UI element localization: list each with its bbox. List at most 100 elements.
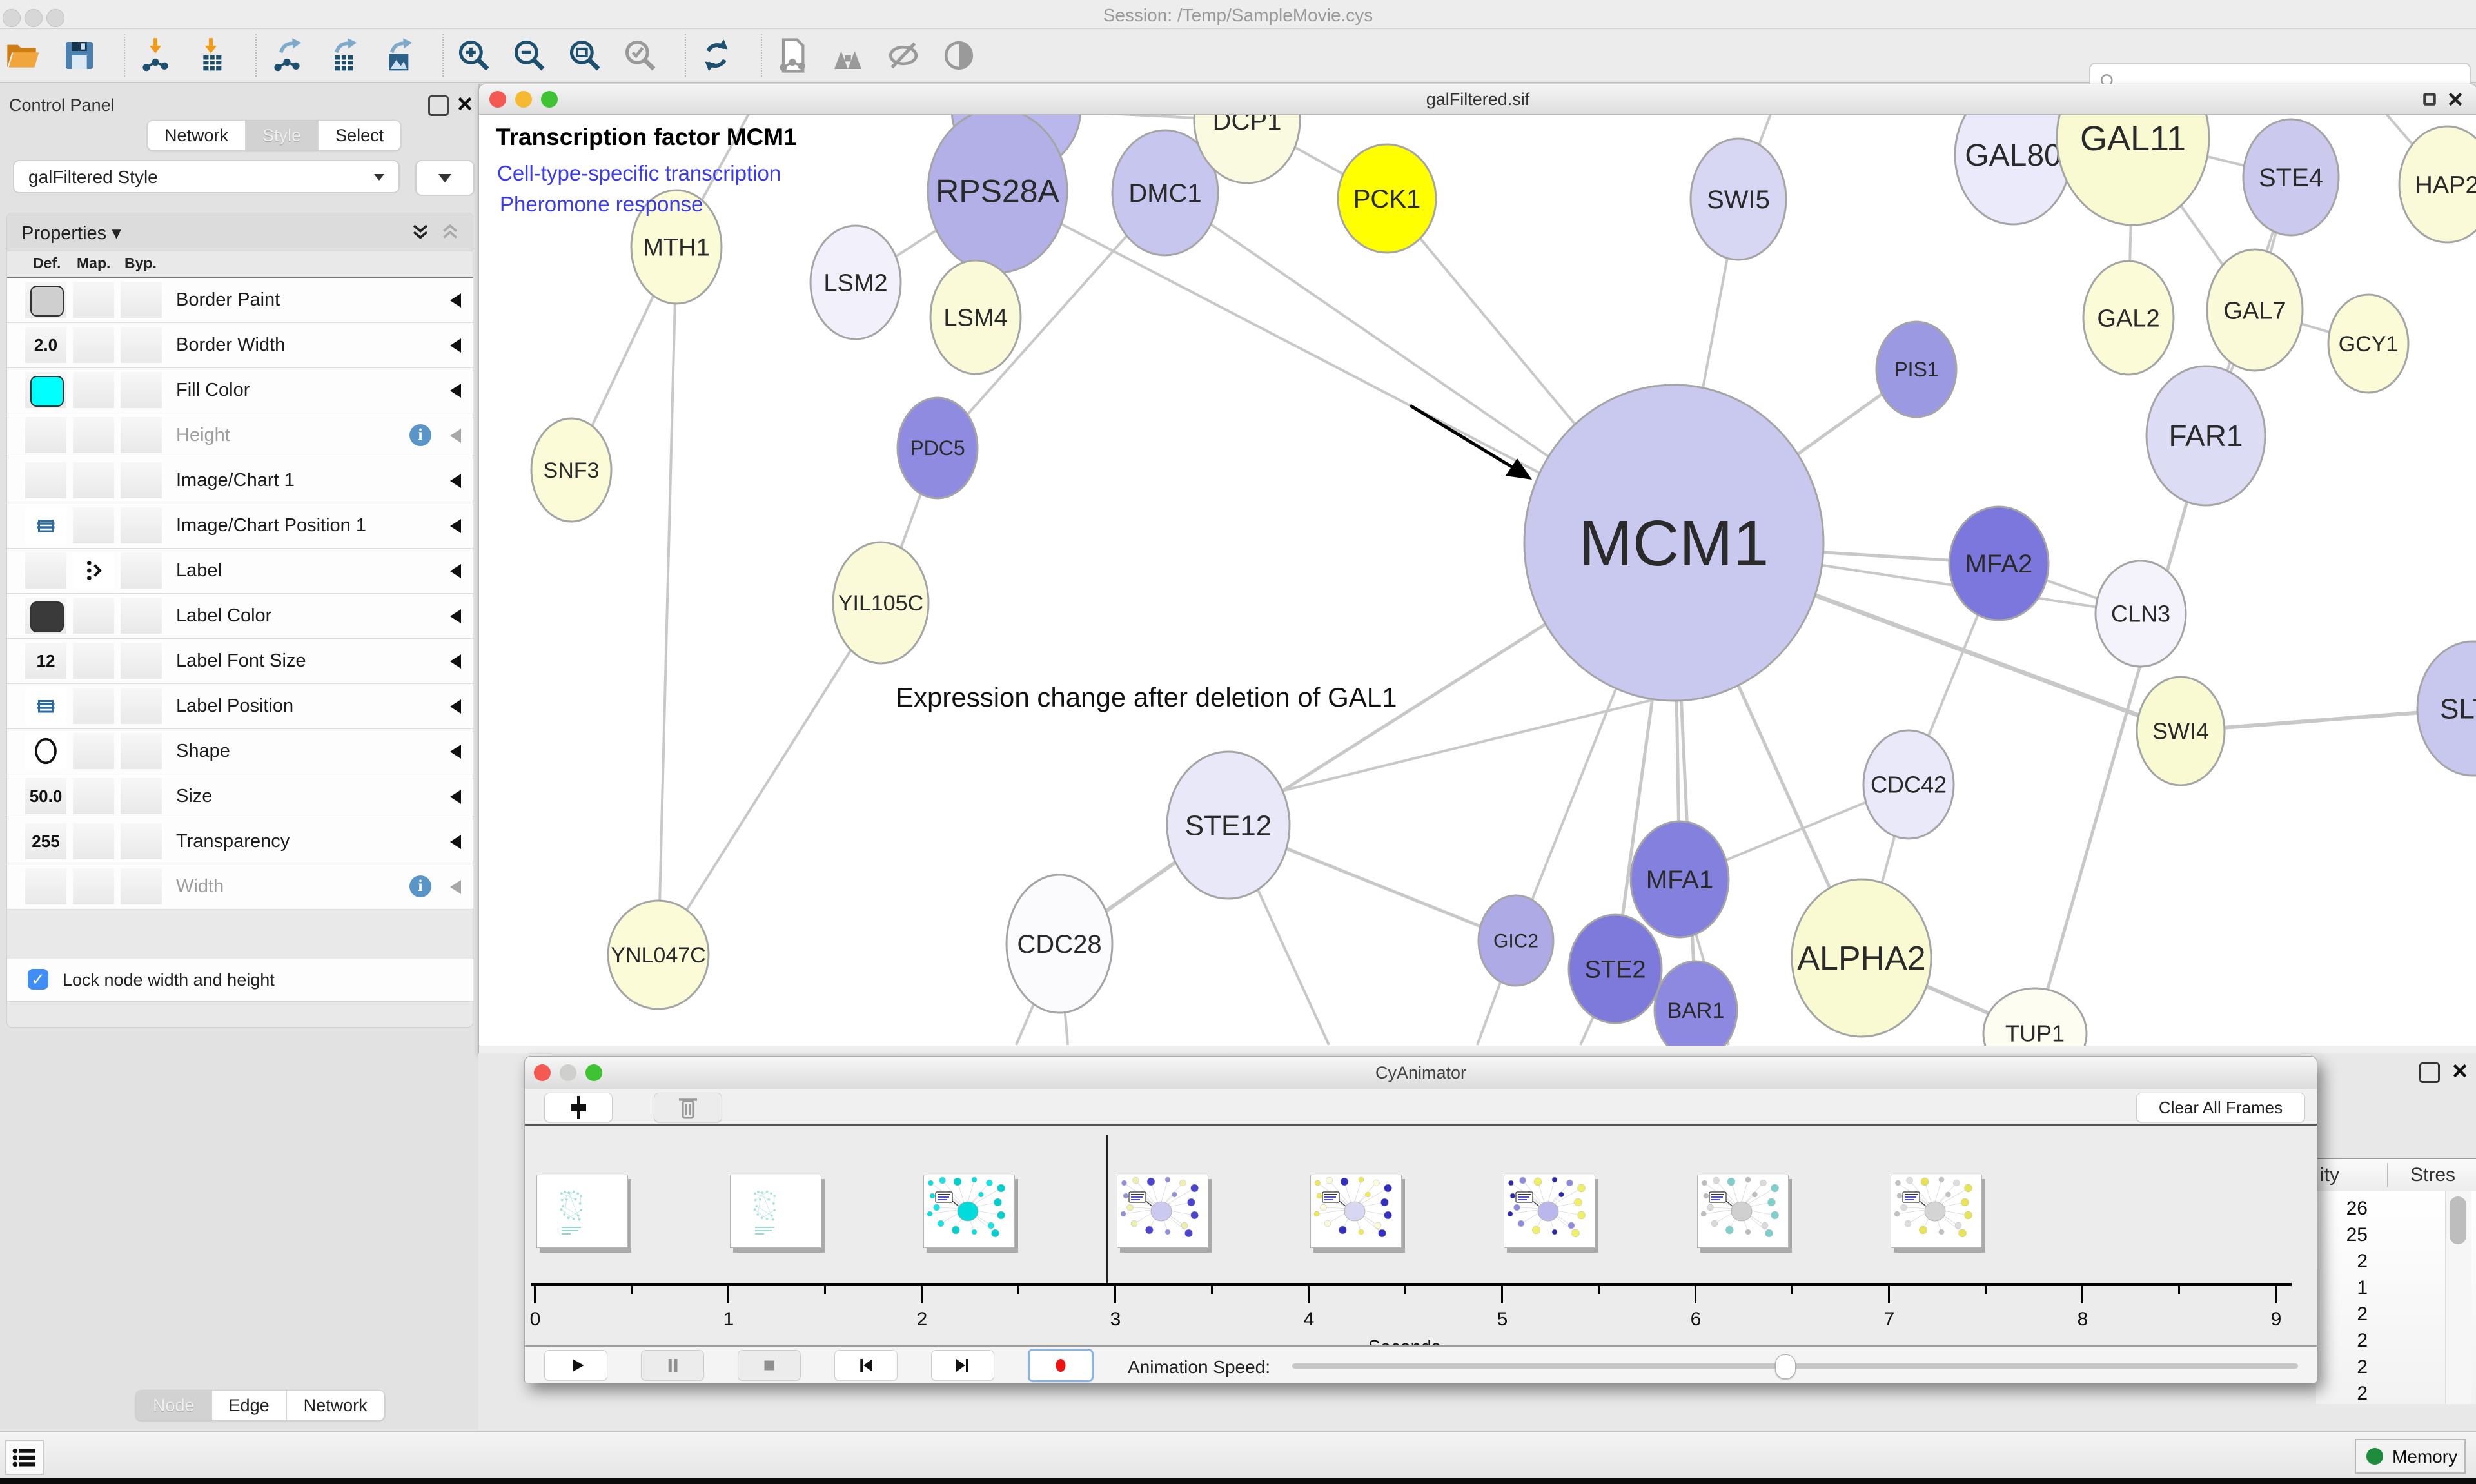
collapse-triangle-icon[interactable]	[450, 609, 461, 623]
tab-edge[interactable]: Edge	[211, 1391, 286, 1420]
mapping-cell[interactable]	[73, 643, 114, 679]
network-node-mcm1[interactable]: MCM1	[1524, 385, 1823, 701]
default-cell[interactable]	[25, 372, 66, 408]
keyframe-thumbnail-0[interactable]	[536, 1175, 628, 1248]
default-cell[interactable]	[25, 417, 66, 453]
network-node-cdc28[interactable]: CDC28	[1007, 875, 1112, 1013]
network-node-ynl047c[interactable]: YNL047C	[608, 901, 709, 1009]
default-cell[interactable]	[25, 733, 66, 769]
collapse-triangle-icon[interactable]	[450, 474, 461, 488]
default-value-swatch[interactable]	[30, 376, 64, 407]
save-button[interactable]	[59, 35, 99, 75]
network-node-swi4[interactable]: SWI4	[2137, 677, 2225, 785]
mapping-cell[interactable]	[73, 598, 114, 634]
refresh-layout-button[interactable]	[696, 35, 736, 75]
pause-button[interactable]	[641, 1350, 704, 1381]
default-cell[interactable]	[25, 598, 66, 634]
network-node-gal80[interactable]: GAL80	[1955, 115, 2071, 224]
network-file-button[interactable]	[772, 35, 812, 75]
float-panel-icon[interactable]	[428, 95, 449, 116]
stop-button[interactable]	[738, 1350, 801, 1381]
table-cell-value[interactable]: 2	[2316, 1330, 2368, 1352]
mapping-cell[interactable]	[73, 507, 114, 543]
bypass-cell[interactable]	[121, 868, 162, 904]
add-frame-button[interactable]	[544, 1093, 613, 1122]
hide-details-button[interactable]	[883, 35, 923, 75]
default-value[interactable]: 50.0	[25, 778, 66, 814]
network-node-ste12[interactable]: STE12	[1167, 752, 1290, 899]
property-row-label[interactable]: Label	[7, 549, 473, 594]
table-scrollbar[interactable]	[2445, 1191, 2471, 1404]
timeline-playhead[interactable]	[1106, 1135, 1108, 1283]
close-panel-icon[interactable]	[2451, 1062, 2468, 1079]
property-row-label-position[interactable]: Label Position	[7, 684, 473, 729]
default-cell[interactable]: 12	[25, 643, 66, 679]
collapse-triangle-icon[interactable]	[450, 699, 461, 714]
column-header[interactable]: Stres	[2410, 1164, 2455, 1186]
network-node-lsm4[interactable]: LSM4	[930, 260, 1021, 374]
bypass-cell[interactable]	[121, 733, 162, 769]
network-node-pck1[interactable]: PCK1	[1338, 144, 1436, 253]
collapse-triangle-icon[interactable]	[450, 338, 461, 353]
mapping-cell[interactable]	[73, 327, 114, 363]
annotation-link[interactable]: Pheromone response	[500, 192, 703, 217]
network-node-mfa1[interactable]: MFA1	[1631, 821, 1729, 937]
cyanimator-timeline[interactable]: 0123456789Seconds	[525, 1126, 2317, 1345]
bypass-cell[interactable]	[121, 823, 162, 859]
slider-thumb[interactable]	[1775, 1354, 1796, 1379]
network-edge[interactable]	[658, 247, 676, 955]
mapping-cell[interactable]	[73, 552, 114, 589]
table-cell-value[interactable]: 2	[2316, 1383, 2368, 1405]
property-row-size[interactable]: 50.0Size	[7, 774, 473, 819]
export-image-button[interactable]	[378, 35, 418, 75]
delete-frame-button[interactable]	[654, 1093, 722, 1122]
column-header[interactable]: ity	[2320, 1164, 2339, 1186]
tab-node[interactable]: Node	[136, 1391, 211, 1420]
record-button[interactable]	[1028, 1349, 1094, 1382]
bypass-cell[interactable]	[121, 688, 162, 724]
table-cell-value[interactable]: 1	[2316, 1277, 2368, 1299]
export-network-button[interactable]	[267, 35, 307, 75]
bypass-cell[interactable]	[121, 462, 162, 498]
import-network-button[interactable]	[135, 35, 175, 75]
bypass-cell[interactable]	[121, 778, 162, 814]
default-cell[interactable]: 255	[25, 823, 66, 859]
collapse-triangle-icon[interactable]	[450, 429, 461, 443]
network-node-ste4[interactable]: STE4	[2243, 119, 2339, 235]
collapse-triangle-icon[interactable]	[450, 519, 461, 533]
collapse-triangle-icon[interactable]	[450, 880, 461, 894]
animation-speed-slider[interactable]	[1292, 1363, 2298, 1369]
close-view-icon[interactable]	[2447, 91, 2464, 108]
network-canvas[interactable]: RPS28ADMC1DCP1PCK1MTH1LSM2LSM4SNF3PDC5YI…	[479, 115, 2476, 1046]
bypass-cell[interactable]	[121, 643, 162, 679]
default-cell[interactable]	[25, 868, 66, 904]
network-node-gal7[interactable]: GAL7	[2207, 249, 2303, 371]
zoom-in-button[interactable]	[454, 35, 494, 75]
network-edge[interactable]	[658, 603, 881, 955]
collapse-triangle-icon[interactable]	[450, 384, 461, 398]
collapse-triangle-icon[interactable]	[450, 745, 461, 759]
network-node-gal2[interactable]: GAL2	[2083, 261, 2174, 375]
table-cell-value[interactable]: 26	[2316, 1198, 2368, 1220]
bypass-cell[interactable]	[121, 598, 162, 634]
table-cell-value[interactable]: 2	[2316, 1303, 2368, 1325]
network-view-titlebar[interactable]: galFiltered.sif	[479, 84, 2476, 115]
float-panel-icon[interactable]	[2419, 1062, 2440, 1083]
bypass-cell[interactable]	[121, 507, 162, 543]
ellipse-icon[interactable]	[25, 733, 66, 769]
network-node-bar1[interactable]: BAR1	[1655, 961, 1737, 1046]
keyframe-thumbnail-5[interactable]	[1504, 1175, 1595, 1248]
network-node-gal11[interactable]: GAL11	[2057, 115, 2209, 225]
mapping-cell[interactable]	[73, 778, 114, 814]
keyframe-thumbnail-3[interactable]	[1117, 1175, 1208, 1248]
mapping-cell[interactable]	[73, 823, 114, 859]
default-cell[interactable]	[25, 552, 66, 589]
import-table-button[interactable]	[191, 35, 231, 75]
collapse-triangle-icon[interactable]	[450, 564, 461, 578]
bypass-cell[interactable]	[121, 282, 162, 318]
mapping-cell[interactable]	[73, 282, 114, 318]
network-node-yil105c[interactable]: YIL105C	[833, 542, 928, 663]
text-annotation[interactable]: Expression change after deletion of GAL1	[896, 682, 1397, 712]
scrollbar-thumb[interactable]	[2450, 1196, 2466, 1244]
bypass-cell[interactable]	[121, 417, 162, 453]
